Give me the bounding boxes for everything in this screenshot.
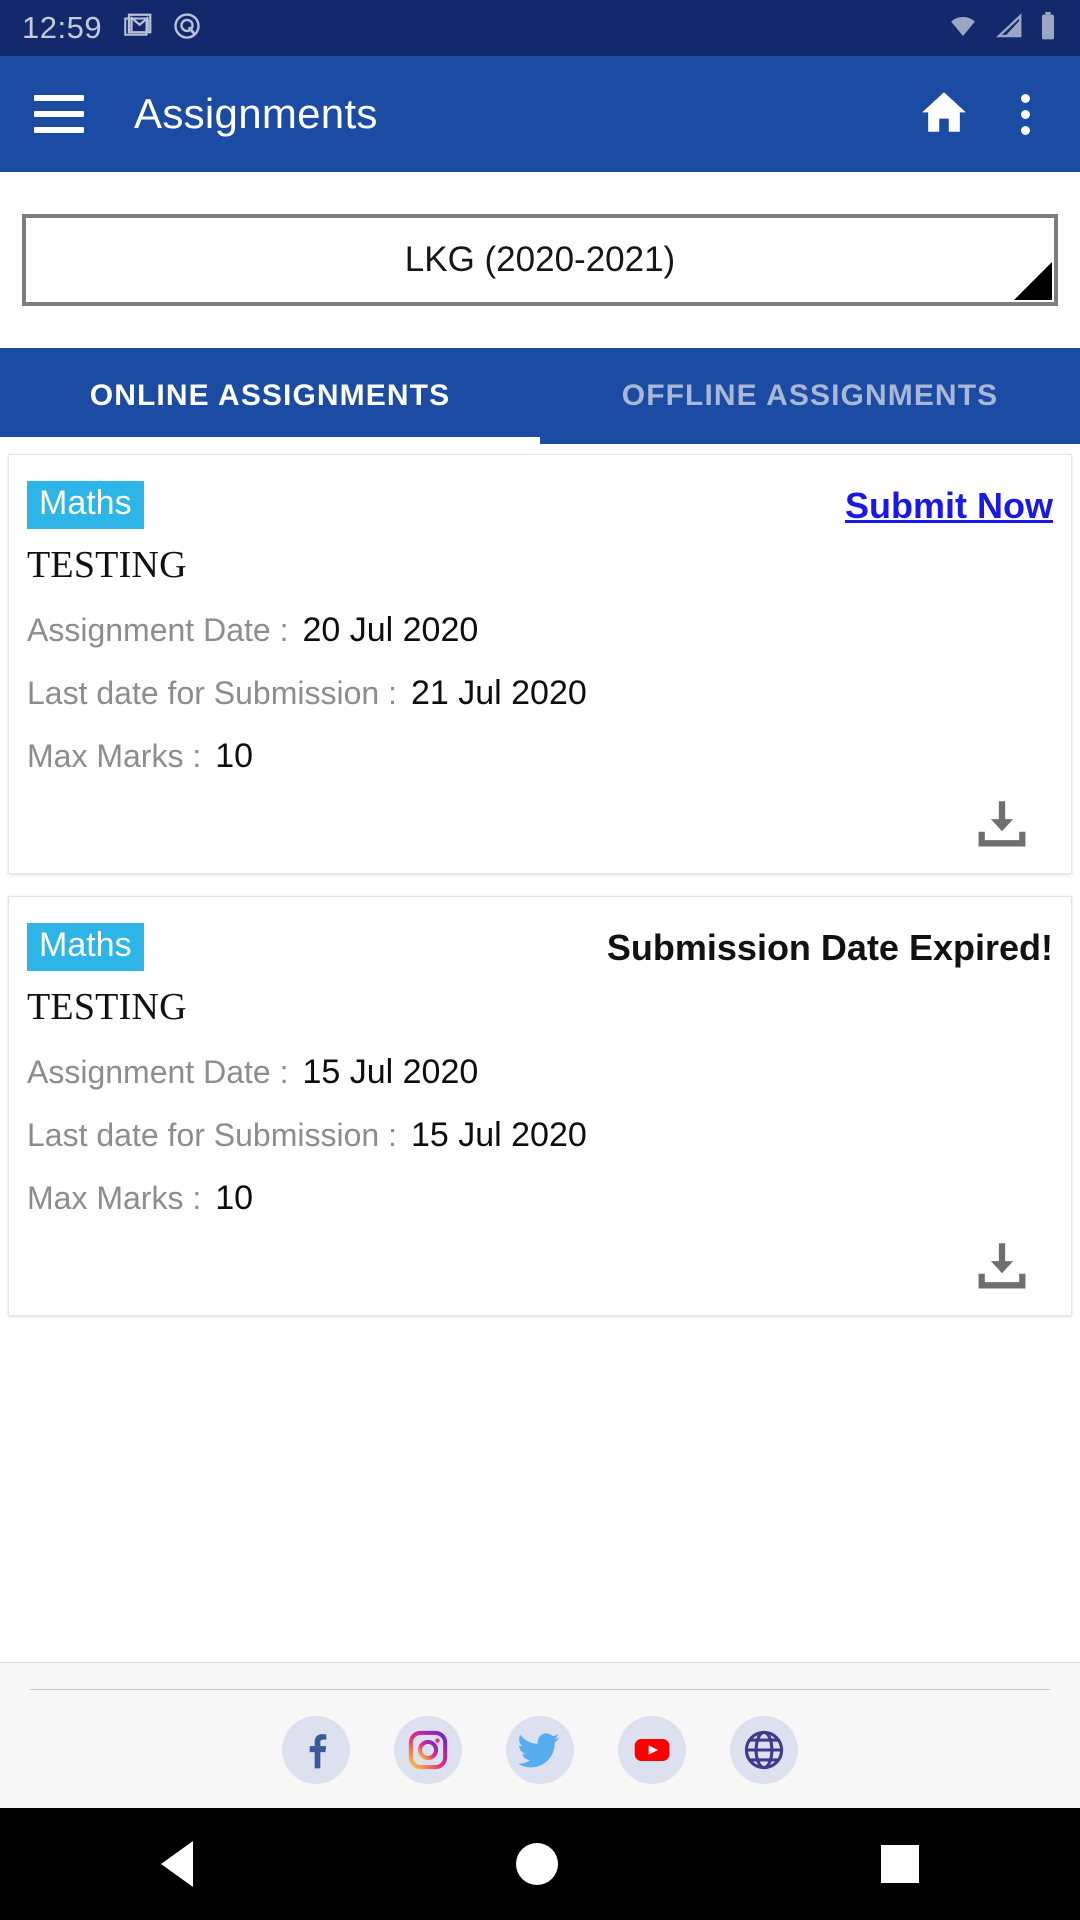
assignment-date-row: Assignment Date : 15 Jul 2020 (27, 1053, 1053, 1092)
home-nav-icon[interactable] (515, 1843, 558, 1885)
assignment-card[interactable]: Maths Submit Now TESTING Assignment Date… (8, 454, 1072, 875)
last-date-row: Last date for Submission : 15 Jul 2020 (27, 1116, 1053, 1155)
more-options-icon[interactable] (1015, 88, 1036, 141)
app-bar-actions (919, 87, 1046, 142)
max-marks-value: 10 (215, 1179, 254, 1218)
tab-offline-assignments-label: OFFLINE ASSIGNMENTS (621, 379, 999, 412)
assignment-date-label: Assignment Date : (27, 1054, 289, 1091)
last-date-row: Last date for Submission : 21 Jul 2020 (27, 674, 1053, 713)
gmail-icon (124, 11, 154, 46)
max-marks-value: 10 (215, 737, 254, 776)
max-marks-label: Max Marks : (27, 1180, 202, 1217)
signal-icon (993, 11, 1025, 46)
footer-social-bar (0, 1662, 1080, 1808)
max-marks-row: Max Marks : 10 (27, 1179, 1053, 1218)
assignment-card-header: Maths Submit Now (27, 481, 1053, 530)
app-bar: Assignments (0, 56, 1080, 172)
website-globe-icon[interactable] (730, 1716, 798, 1784)
subject-badge: Maths (27, 923, 144, 972)
subject-badge: Maths (27, 481, 144, 530)
youtube-icon[interactable] (618, 1716, 686, 1784)
assignment-card-action: Submission Date Expired! (607, 923, 1053, 969)
assignment-tabs: ONLINE ASSIGNMENTS OFFLINE ASSIGNMENTS (0, 348, 1080, 444)
hamburger-menu-icon[interactable] (34, 95, 84, 133)
assignment-card-action: Submit Now (845, 481, 1053, 527)
status-bar: 12:59 (0, 0, 1080, 56)
battery-icon (1038, 10, 1058, 47)
assignment-card-header: Maths Submission Date Expired! (27, 923, 1053, 972)
notification-circle-icon (172, 11, 202, 46)
max-marks-row: Max Marks : 10 (27, 737, 1053, 776)
assignment-date-value: 20 Jul 2020 (302, 611, 479, 650)
wifi-icon (946, 11, 980, 46)
last-date-label: Last date for Submission : (27, 1117, 397, 1154)
status-bar-notification-icons (124, 11, 202, 46)
class-session-spinner[interactable]: LKG (2020-2021) (22, 214, 1058, 306)
last-date-value: 21 Jul 2020 (410, 674, 587, 713)
status-bar-system-icons (946, 10, 1058, 47)
download-icon[interactable] (973, 1236, 1031, 1299)
social-links (0, 1716, 1080, 1784)
class-session-value: LKG (2020-2021) (404, 240, 676, 279)
page-title: Assignments (134, 90, 378, 137)
download-icon[interactable] (973, 794, 1031, 857)
android-navigation-bar (0, 1808, 1080, 1920)
max-marks-label: Max Marks : (27, 738, 202, 775)
assignment-date-value: 15 Jul 2020 (302, 1053, 479, 1092)
submission-expired-status: Submission Date Expired! (606, 927, 1053, 969)
tab-online-assignments-label: ONLINE ASSIGNMENTS (89, 379, 451, 412)
assignment-download-row (27, 1236, 1053, 1299)
last-date-label: Last date for Submission : (27, 675, 397, 712)
facebook-icon[interactable] (282, 1716, 350, 1784)
class-selector-section: LKG (2020-2021) (0, 172, 1080, 306)
status-bar-time: 12:59 (22, 10, 103, 45)
home-icon[interactable] (919, 87, 969, 142)
last-date-value: 15 Jul 2020 (410, 1116, 587, 1155)
tab-online-assignments[interactable]: ONLINE ASSIGNMENTS (0, 348, 540, 444)
assignment-title: TESTING (27, 986, 187, 1029)
assignment-title: TESTING (27, 544, 187, 587)
assignment-card[interactable]: Maths Submission Date Expired! TESTING A… (8, 896, 1072, 1317)
recents-nav-icon[interactable] (880, 1845, 919, 1883)
twitter-icon[interactable] (506, 1716, 574, 1784)
assignment-date-label: Assignment Date : (27, 612, 289, 649)
dropdown-arrow-icon (1014, 262, 1052, 300)
back-nav-icon[interactable] (161, 1841, 194, 1887)
assignment-download-row (27, 794, 1053, 857)
submit-now-link[interactable]: Submit Now (845, 485, 1053, 526)
footer-divider (30, 1689, 1050, 1690)
assignments-list: Maths Submit Now TESTING Assignment Date… (0, 444, 1080, 1317)
assignment-date-row: Assignment Date : 20 Jul 2020 (27, 611, 1053, 650)
tab-offline-assignments[interactable]: OFFLINE ASSIGNMENTS (540, 348, 1080, 444)
instagram-icon[interactable] (394, 1716, 462, 1784)
